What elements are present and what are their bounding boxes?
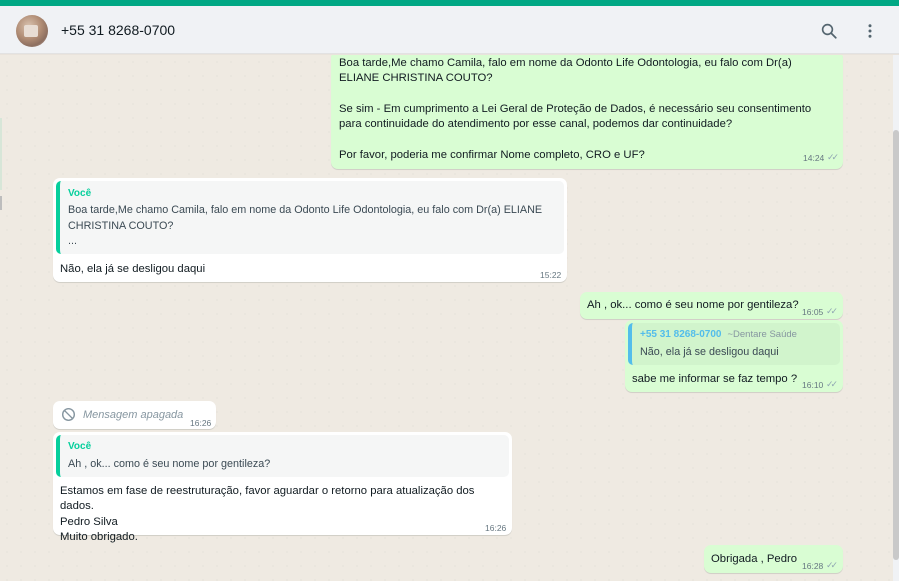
message-text: sabe me informar se faz tempo ? [632,373,798,385]
menu-dots-icon[interactable] [859,20,881,42]
chat-header: +55 31 8268-0700 [0,6,899,54]
message-time: 16:28 [802,561,824,571]
message-outgoing[interactable]: Boa tarde,Me chamo Camila, falo em nome … [331,55,843,169]
message-text: Não, ela já se desligou daqui [60,263,206,275]
double-check-icon: ✓✓ [826,560,838,570]
message-text: Estamos em fase de reestruturação, favor… [60,485,475,543]
quote-author-sub: ~Dentare Saúde [727,329,797,340]
quoted-message[interactable]: Você Ah , ok... como é seu nome por gent… [56,435,509,477]
quote-text: Ah , ok... como é seu nome por gentileza… [68,458,271,471]
quote-text: Boa tarde,Me chamo Camila, falo em nome … [68,204,543,248]
double-check-icon: ✓✓ [827,152,839,162]
scrollbar-thumb[interactable] [893,130,899,560]
double-check-icon: ✓✓ [826,306,838,316]
quote-author: Você [68,441,92,452]
search-icon[interactable] [818,20,840,42]
message-text: Obrigada , Pedro [711,553,798,565]
quote-author: Você [68,188,92,199]
quote-text: Não, ela já se desligou daqui [640,346,779,359]
message-list[interactable]: Boa tarde,Me chamo Camila, falo em nome … [0,55,893,581]
message-text: Boa tarde,Me chamo Camila, falo em nome … [339,57,812,161]
message-outgoing[interactable]: Ah , ok... como é seu nome por gentileza… [580,292,843,319]
message-text: Ah , ok... como é seu nome por gentileza… [587,299,799,311]
side-edge [0,118,2,190]
quoted-message[interactable]: Você Boa tarde,Me chamo Camila, falo em … [56,181,564,254]
message-deleted[interactable]: Mensagem apagada 16:26 [53,401,216,429]
message-incoming[interactable]: Você Boa tarde,Me chamo Camila, falo em … [53,178,567,282]
message-time: 16:26 [190,418,212,428]
deleted-label: Mensagem apagada [83,409,184,421]
message-outgoing[interactable]: +55 31 8268-0700 ~Dentare Saúde Não, ela … [625,320,843,392]
deleted-icon [61,407,76,427]
message-time: 16:05 [802,307,824,317]
double-check-icon: ✓✓ [826,379,838,389]
message-incoming[interactable]: Você Ah , ok... como é seu nome por gent… [53,432,512,543]
message-time: 14:24 [803,153,825,163]
avatar[interactable] [16,15,48,47]
quoted-message[interactable]: +55 31 8268-0700 ~Dentare Saúde Não, ela … [628,323,840,365]
message-time: 16:26 [485,523,507,533]
message-time: 16:10 [802,380,824,390]
message-time: 15:22 [540,270,562,280]
quote-author: +55 31 8268-0700 [640,329,722,340]
side-edge-marker [0,196,2,210]
contact-name[interactable]: +55 31 8268-0700 [61,22,175,38]
message-outgoing[interactable]: Obrigada , Pedro 16:28 ✓✓ [704,545,843,573]
